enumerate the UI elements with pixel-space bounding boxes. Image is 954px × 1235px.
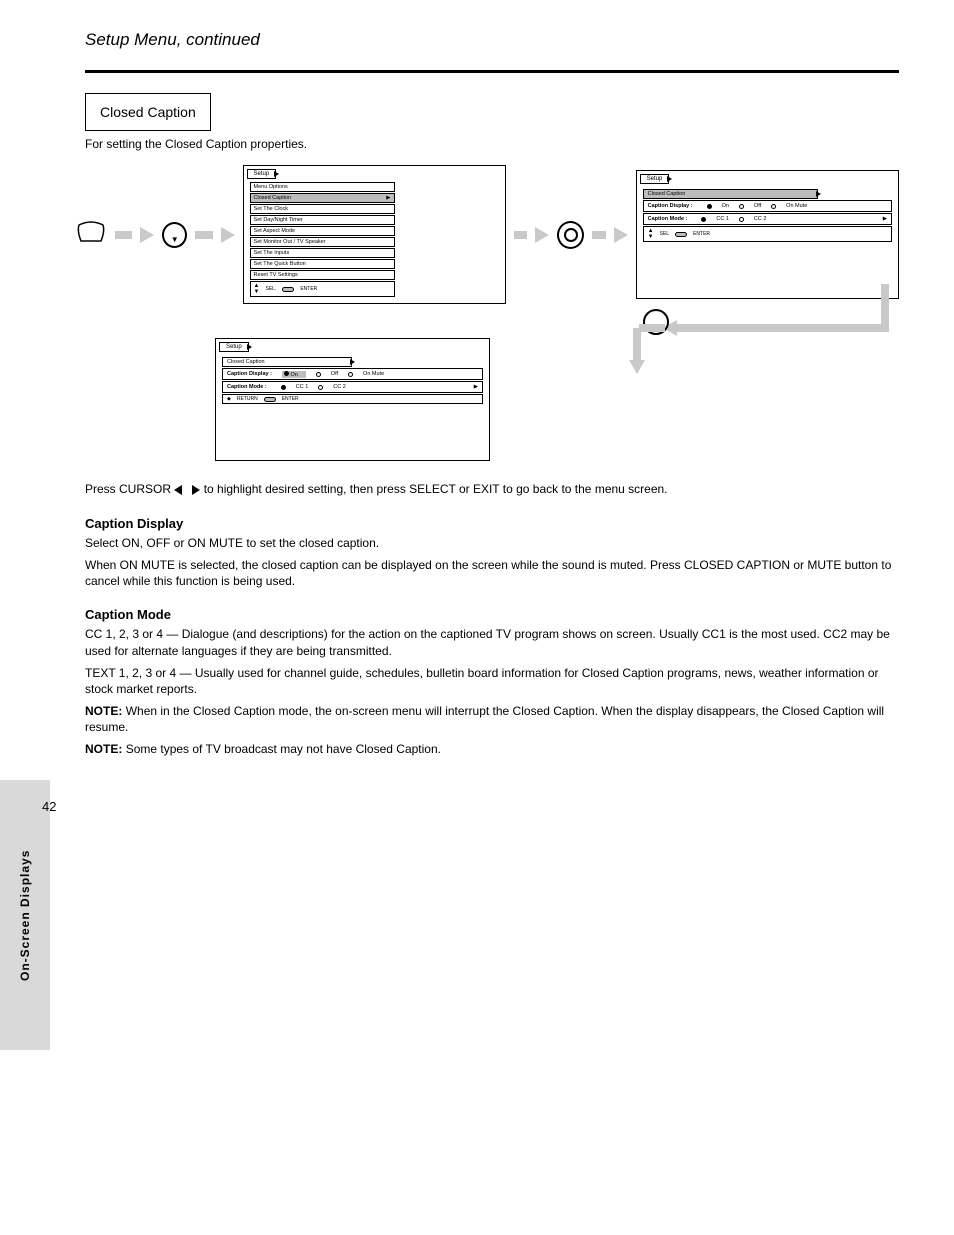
panel-tab: Setup bbox=[219, 342, 249, 352]
panel-tab: Setup bbox=[247, 169, 277, 179]
menu-row[interactable]: Set Day/Night Timer bbox=[250, 215, 395, 225]
menu-row[interactable]: Set The Quick Button bbox=[250, 259, 395, 269]
caption-mode-note1: NOTE: When in the Closed Caption mode, t… bbox=[85, 703, 899, 735]
radio-icon bbox=[707, 204, 712, 209]
radio-icon bbox=[281, 385, 286, 390]
flow-arrow bbox=[115, 231, 132, 239]
closed-caption-panel: Setup Closed Caption Caption Display : O… bbox=[636, 170, 899, 299]
flow-arrow bbox=[195, 231, 212, 239]
page-number: 42 bbox=[42, 799, 56, 814]
caption-display-row[interactable]: Caption Display : On Off On Mute bbox=[643, 200, 892, 212]
menu-row[interactable]: Set Aspect Mode bbox=[250, 226, 395, 236]
flow-arrow bbox=[514, 231, 527, 239]
panel-footer: ◆ RETURN ENTER bbox=[222, 394, 483, 404]
menu-row[interactable]: Set The Clock bbox=[250, 204, 395, 214]
flow-connector: ▼ bbox=[85, 304, 899, 374]
menu-row-active[interactable]: Closed Caption▶ bbox=[250, 193, 395, 203]
side-tab: On-Screen Displays bbox=[0, 780, 50, 1050]
menu-row[interactable]: Set Monitor Out / TV Speaker bbox=[250, 237, 395, 247]
flow-arrow bbox=[592, 231, 605, 239]
caption-display-p2: When ON MUTE is selected, the closed cap… bbox=[85, 557, 899, 589]
instruction-text: Press CURSOR to highlight desired settin… bbox=[85, 481, 899, 498]
cursor-left-icon bbox=[174, 485, 182, 495]
page-title-main: Setup Menu bbox=[85, 30, 177, 49]
submenu-header: Closed Caption bbox=[222, 357, 352, 367]
arrow-right-icon bbox=[535, 227, 549, 243]
intro-text: For setting the Closed Caption propertie… bbox=[85, 137, 899, 151]
menu-list: Menu Options Closed Caption▶ Set The Clo… bbox=[250, 182, 499, 297]
arrow-right-icon bbox=[140, 227, 154, 243]
caption-display-heading: Caption Display bbox=[85, 516, 899, 531]
section-label-closed-caption: Closed Caption bbox=[85, 93, 211, 131]
action-remote-icon bbox=[75, 219, 107, 250]
panel-footer: ▲▼ SEL. ENTER bbox=[250, 281, 395, 297]
caption-mode-p1: CC 1, 2, 3 or 4 — Dialogue (and descript… bbox=[85, 626, 899, 658]
radio-icon bbox=[701, 217, 706, 222]
menu-row[interactable]: Reset TV Settings bbox=[250, 270, 395, 280]
page-title-cont: , continued bbox=[177, 30, 260, 49]
caption-mode-row[interactable]: Caption Mode : CC 1 CC 2 ▶ bbox=[222, 381, 483, 393]
arrow-right-icon bbox=[614, 227, 628, 243]
caption-mode-heading: Caption Mode bbox=[85, 607, 899, 622]
caption-mode-note2: NOTE: Some types of TV broadcast may not… bbox=[85, 741, 899, 757]
caption-mode-p2: TEXT 1, 2, 3 or 4 — Usually used for cha… bbox=[85, 665, 899, 697]
arrow-right-icon bbox=[221, 227, 235, 243]
caption-display-p1: Select ON, OFF or ON MUTE to set the clo… bbox=[85, 535, 899, 551]
caption-mode-row[interactable]: Caption Mode : CC 1 CC 2 ▶ bbox=[643, 213, 892, 225]
menu-row[interactable]: Set The Inputs bbox=[250, 248, 395, 258]
radio-icon bbox=[739, 204, 744, 209]
cursor-down-button-icon: ▼ bbox=[162, 222, 187, 248]
radio-icon bbox=[771, 204, 776, 209]
panel-tab: Setup bbox=[640, 174, 670, 184]
setup-menu-panel: Setup Menu Options Closed Caption▶ Set T… bbox=[243, 165, 506, 304]
radio-icon bbox=[318, 385, 323, 390]
select-button-icon bbox=[557, 221, 584, 249]
header-rule bbox=[85, 70, 899, 73]
page-title: Setup Menu, continued bbox=[85, 30, 260, 50]
radio-icon bbox=[739, 217, 744, 222]
panel-footer: ▲▼ SEL ENTER bbox=[643, 226, 892, 242]
submenu-header-active: Closed Caption bbox=[643, 189, 818, 199]
menu-row[interactable]: Menu Options bbox=[250, 182, 395, 192]
cursor-right-icon bbox=[192, 485, 200, 495]
